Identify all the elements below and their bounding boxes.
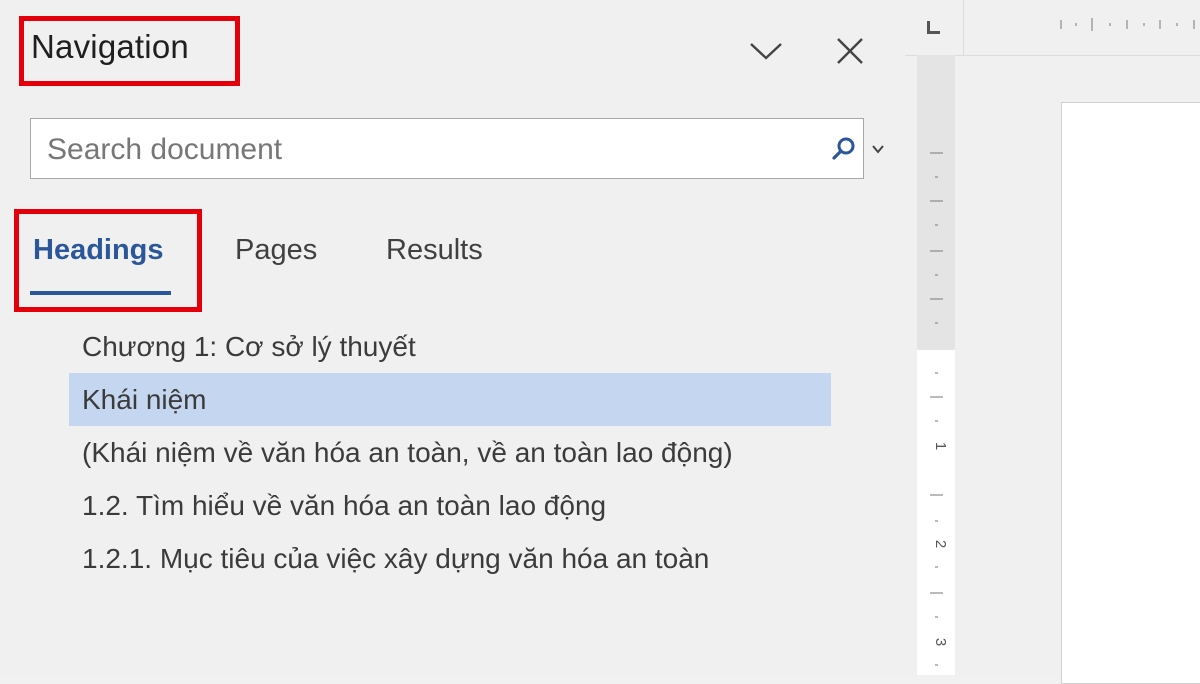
horizontal-ruler-ticks bbox=[1060, 18, 1195, 31]
tab-selector-button[interactable] bbox=[905, 0, 964, 56]
close-pane-button[interactable] bbox=[830, 31, 870, 71]
document-page[interactable] bbox=[1061, 102, 1200, 684]
document-area: 1 2 3 bbox=[905, 0, 1200, 684]
chevron-down-icon bbox=[872, 145, 884, 154]
pane-options-button[interactable] bbox=[746, 31, 786, 71]
close-icon bbox=[837, 38, 863, 64]
search-input[interactable] bbox=[45, 129, 789, 171]
vertical-ruler-ticks: 1 2 3 bbox=[917, 55, 955, 675]
ruler-number: 3 bbox=[932, 638, 949, 646]
left-tab-stop-icon bbox=[927, 21, 940, 34]
navigation-pane: Navigation Headings Pages Results C bbox=[0, 0, 905, 675]
heading-item[interactable]: 1.2. Tìm hiểu về văn hóa an toàn lao độn… bbox=[69, 479, 831, 532]
heading-item[interactable]: Chương 1: Cơ sở lý thuyết bbox=[69, 320, 831, 373]
vertical-ruler[interactable]: 1 2 3 bbox=[917, 55, 955, 675]
tab-pages[interactable]: Pages bbox=[235, 234, 317, 267]
title-highlight-box bbox=[19, 16, 240, 86]
tab-highlight-box bbox=[14, 209, 202, 312]
ruler-number: 2 bbox=[932, 540, 949, 548]
horizontal-ruler[interactable] bbox=[964, 0, 1200, 56]
heading-item[interactable]: (Khái niệm về văn hóa an toàn, về an toà… bbox=[69, 426, 831, 479]
ruler-number: 1 bbox=[932, 442, 949, 450]
search-icon bbox=[832, 137, 855, 160]
heading-item[interactable]: 1.2.1. Mục tiêu của việc xây dựng văn hó… bbox=[69, 532, 831, 585]
tab-results[interactable]: Results bbox=[386, 234, 483, 267]
search-button[interactable] bbox=[831, 136, 857, 162]
headings-list: Chương 1: Cơ sở lý thuyết Khái niệm (Khá… bbox=[69, 320, 831, 585]
chevron-down-icon bbox=[750, 43, 782, 60]
search-box bbox=[30, 118, 884, 179]
heading-item-selected[interactable]: Khái niệm bbox=[69, 373, 831, 426]
search-options-button[interactable] bbox=[868, 139, 888, 159]
